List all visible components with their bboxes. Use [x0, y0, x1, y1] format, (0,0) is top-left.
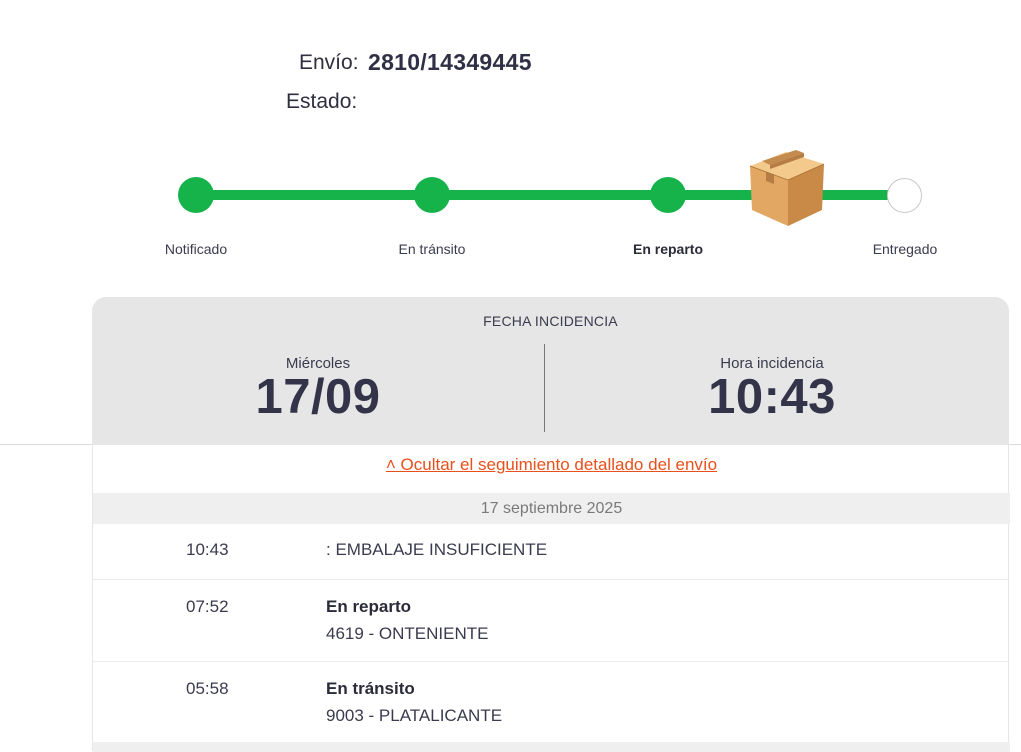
package-icon — [749, 150, 825, 226]
panel-separator — [544, 344, 545, 432]
tracking-event: 07:52 En reparto 4619 - ONTENIENTE — [93, 580, 1010, 662]
shipment-number: 2810/14349445 — [368, 49, 532, 75]
event-time: 05:58 — [186, 679, 229, 698]
step-node-entregado — [887, 178, 922, 213]
incident-date: 17/09 — [255, 370, 381, 424]
incident-time: 10:43 — [708, 370, 836, 424]
event-time: 07:52 — [186, 597, 229, 616]
progress-track-2 — [448, 190, 654, 200]
step-node-notificado — [178, 177, 214, 213]
date-header: 17 septiembre 2025 — [93, 493, 1010, 524]
step-node-en-transito — [414, 177, 450, 213]
step-label-notificado: Notificado — [164, 241, 228, 257]
tracking-details: ˄ Ocultar el seguimiento detallado del e… — [92, 445, 1010, 752]
tracking-event: 05:58 En tránsito 9003 - PLATALICANTE — [93, 662, 1010, 742]
event-time: 10:43 — [186, 540, 229, 559]
shipment-label: Envío: — [299, 51, 359, 74]
event-location: 4619 - ONTENIENTE — [326, 624, 489, 643]
date-header-text: 17 septiembre 2025 — [480, 500, 623, 517]
step-node-en-reparto — [650, 177, 686, 213]
step-label-en-reparto: En reparto — [632, 241, 703, 257]
incident-panel: FECHA INCIDENCIA Miércoles 17/09 Hora in… — [92, 297, 1009, 445]
status-label: Estado: — [286, 90, 358, 113]
tracking-event: 10:43 : EMBALAJE INSUFICIENTE — [93, 524, 1010, 580]
step-label-en-transito: En tránsito — [398, 241, 466, 257]
event-location: 9003 - PLATALICANTE — [326, 706, 503, 725]
incident-title: FECHA INCIDENCIA — [483, 313, 618, 329]
hide-tracking-link[interactable]: ˄ Ocultar el seguimiento detallado del e… — [93, 455, 1010, 475]
progress-track-1 — [212, 190, 418, 200]
step-label-entregado: Entregado — [872, 241, 938, 257]
event-title: En tránsito — [326, 679, 415, 698]
event-description: : EMBALAJE INSUFICIENTE — [326, 540, 548, 559]
event-title: En reparto — [326, 597, 412, 616]
